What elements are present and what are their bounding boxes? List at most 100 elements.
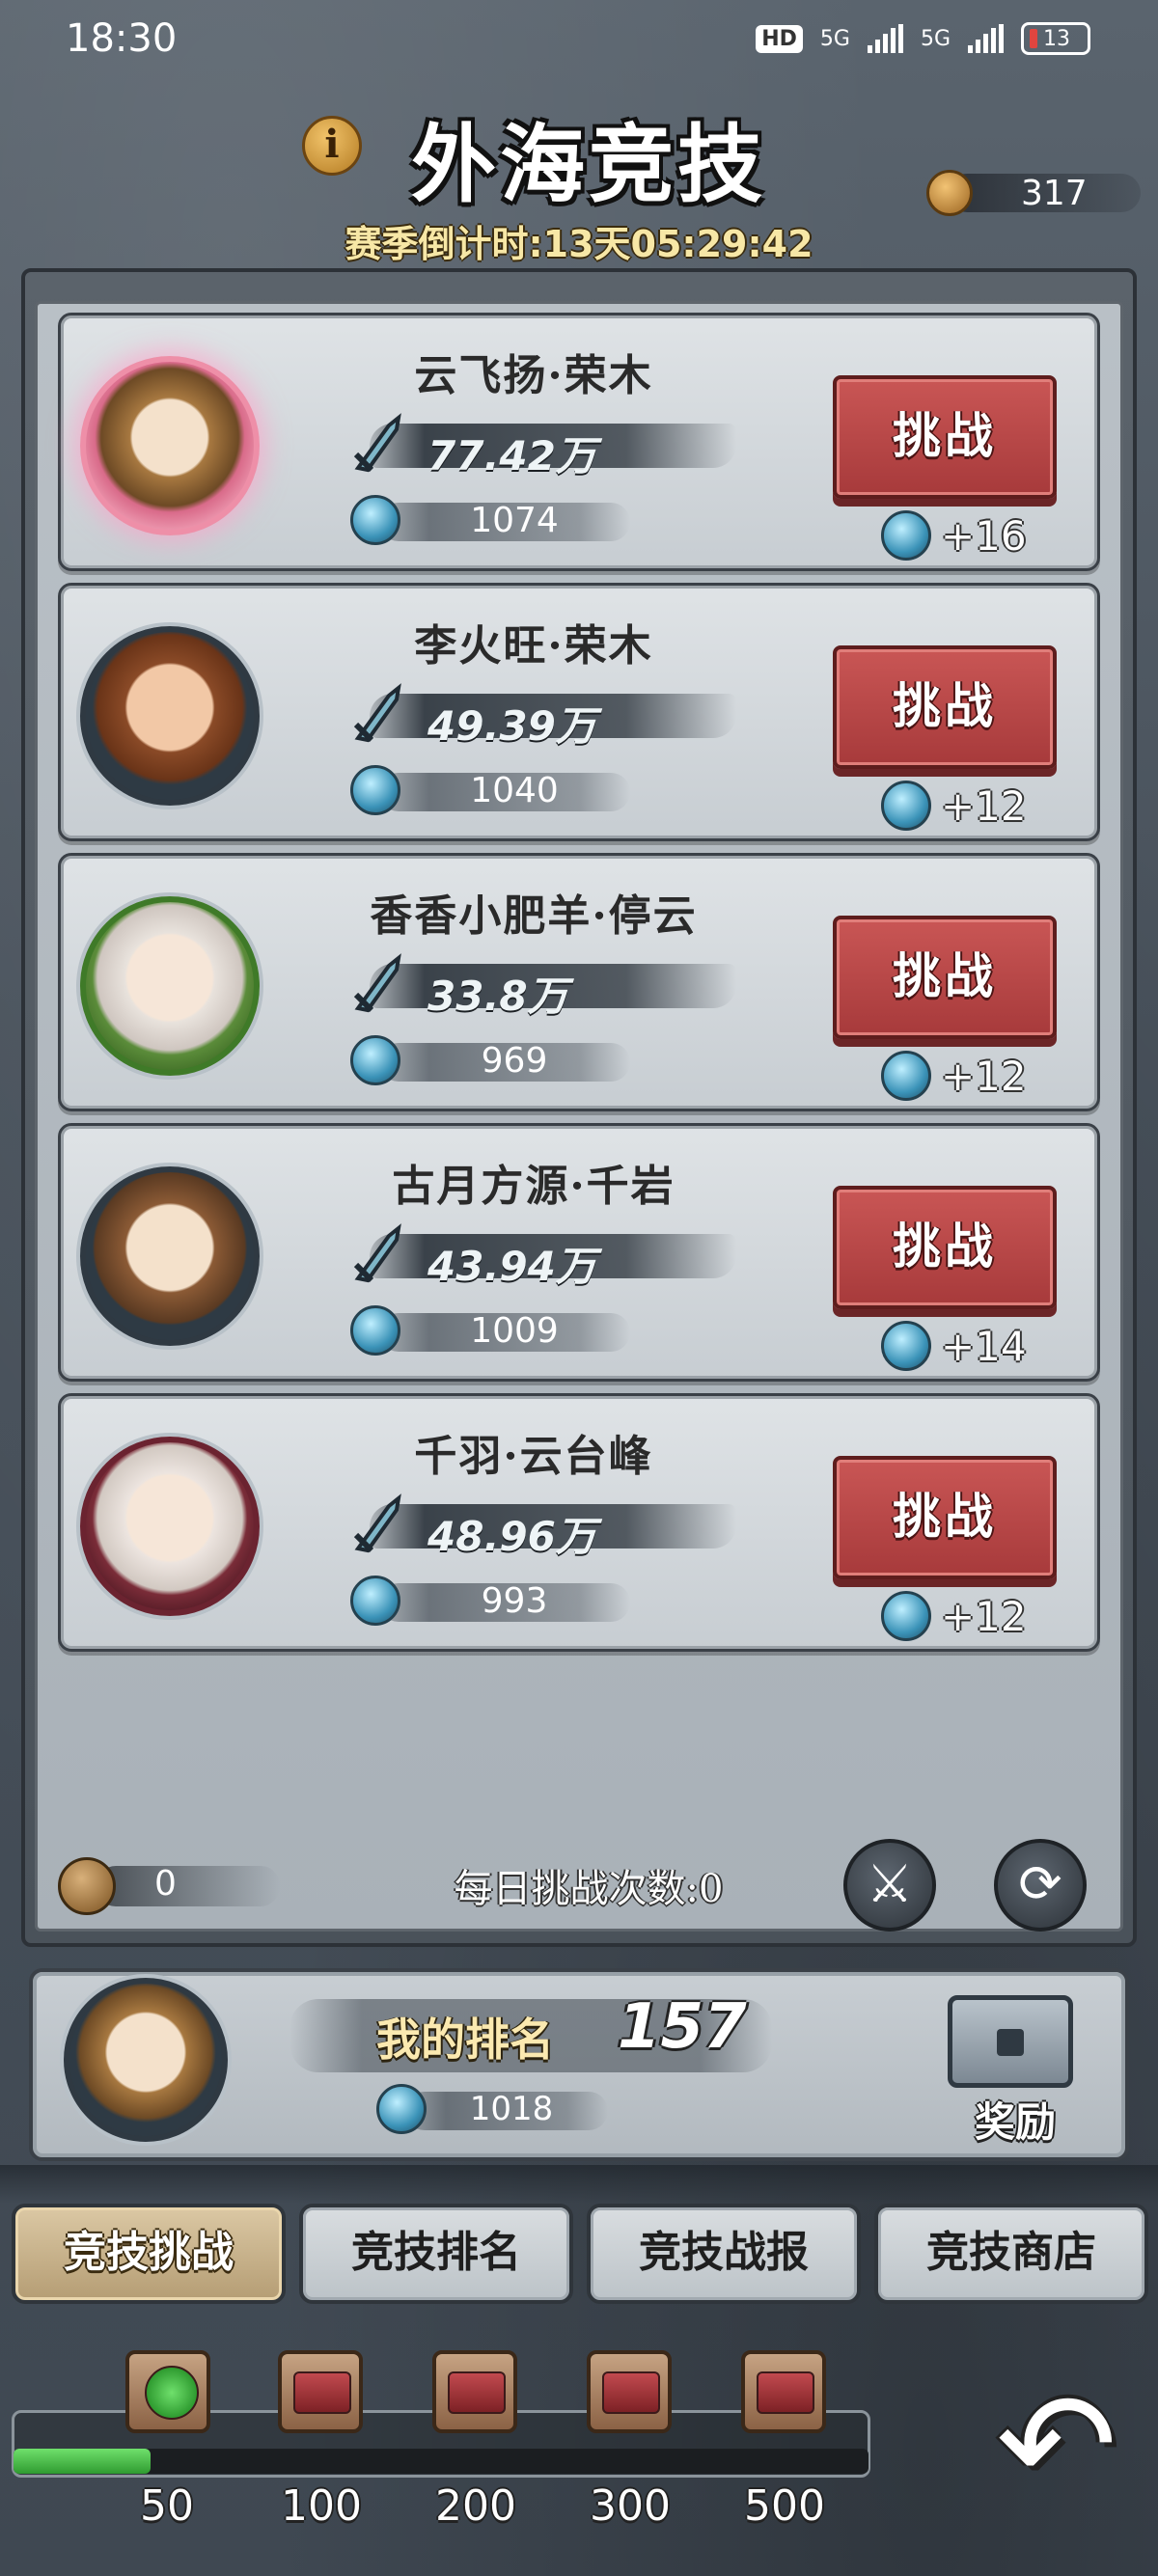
score-value: 969 [481, 1041, 548, 1081]
power-display: 49.39万 [350, 680, 756, 750]
avatar[interactable] [80, 356, 260, 535]
avatar[interactable] [80, 896, 260, 1076]
reward-button-label[interactable]: 奖励 [957, 2090, 1073, 2146]
progress-fill [14, 2449, 151, 2474]
tab-arena-ranking[interactable]: 竞技排名 [299, 2204, 573, 2304]
my-rank-label: 我的排名 [376, 2014, 554, 2066]
coin-icon [926, 170, 973, 216]
opponent-name: 李火旺·荣木 [414, 621, 653, 671]
gem-icon [881, 1051, 931, 1101]
score-display: 1009 [350, 1305, 659, 1357]
milestone-label: 300 [590, 2481, 671, 2531]
season-countdown: 赛季倒计时:13天05:29:42 [345, 223, 813, 265]
power-value: 49.39万 [427, 702, 596, 750]
score-value: 1040 [470, 771, 559, 810]
challenge-button[interactable]: 挑战 [833, 375, 1057, 499]
sword-icon [353, 413, 401, 473]
sword-icon [353, 1223, 401, 1283]
currency-value: 317 [1021, 173, 1088, 213]
score-display: 1040 [350, 765, 659, 817]
gem-icon [350, 1305, 400, 1356]
formation-button[interactable]: ⚔ [843, 1839, 936, 1932]
reward-value: +12 [941, 1052, 1027, 1100]
score-display: 969 [350, 1035, 659, 1087]
currency-display: 317 [926, 170, 1148, 216]
my-score-value: 1018 [469, 2090, 554, 2128]
hd-badge: HD [756, 24, 803, 53]
reward-chest-icon[interactable] [948, 1995, 1073, 2088]
avatar[interactable] [80, 1437, 260, 1616]
score-value: 1009 [470, 1311, 559, 1351]
gem-icon [881, 781, 931, 831]
tab-arena-challenge[interactable]: 竞技挑战 [12, 2204, 286, 2304]
milestone-chest-claimed[interactable] [125, 2350, 210, 2433]
score-value: 1074 [470, 501, 559, 540]
avatar[interactable] [80, 1166, 260, 1346]
challenge-button[interactable]: 挑战 [833, 1186, 1057, 1309]
power-display: 48.96万 [350, 1491, 756, 1560]
cloud-divider [0, 2165, 1158, 2204]
tab-arena-shop[interactable]: 竞技商店 [874, 2204, 1148, 2304]
gem-icon [350, 1035, 400, 1085]
opponent-card: 古月方源·千岩 43.94万 1009 挑战 +14 [58, 1123, 1100, 1382]
power-display: 43.94万 [350, 1220, 756, 1290]
reward-value: +16 [941, 511, 1027, 560]
power-display: 77.42万 [350, 410, 756, 480]
power-value: 43.94万 [427, 1243, 596, 1290]
gem-icon [350, 495, 400, 545]
milestone-chest[interactable] [432, 2350, 517, 2433]
reward-display: +16 [881, 508, 1074, 562]
clock: 18:30 [66, 16, 178, 61]
tab-arena-report[interactable]: 竞技战报 [587, 2204, 861, 2304]
gem-icon [376, 2084, 427, 2134]
power-value: 77.42万 [427, 432, 596, 480]
milestone-chest[interactable] [278, 2350, 363, 2433]
status-bar: 18:30 HD 5G 5G 13 [0, 0, 1158, 77]
opponent-card: 香香小肥羊·停云 33.8万 969 挑战 +12 [58, 853, 1100, 1111]
milestone-label: 100 [281, 2481, 362, 2531]
challenge-button[interactable]: 挑战 [833, 916, 1057, 1039]
opponent-card: 云飞扬·荣木 77.42万 1074 挑战 +16 [58, 313, 1100, 571]
my-avatar[interactable] [64, 1978, 228, 2142]
avatar[interactable] [80, 626, 260, 806]
gem-icon [881, 1591, 931, 1641]
opponent-name: 云飞扬·荣木 [414, 351, 653, 400]
sword-icon [353, 953, 401, 1013]
milestone-label: 50 [140, 2481, 194, 2531]
challenge-token-icon [58, 1857, 116, 1915]
network-label-1: 5G [819, 26, 850, 51]
daily-token-bar [96, 1866, 280, 1906]
power-display: 33.8万 [350, 950, 756, 1020]
refresh-button[interactable]: ⟳ [994, 1839, 1087, 1932]
tab-bar: 竞技挑战 竞技排名 竞技战报 竞技商店 [10, 2204, 1148, 2304]
signal-icon [867, 24, 903, 53]
challenge-button[interactable]: 挑战 [833, 1456, 1057, 1579]
sword-icon [353, 1494, 401, 1553]
daily-challenge-count: 每日挑战次数:0 [454, 1867, 724, 1911]
opponent-card: 李火旺·荣木 49.39万 1040 挑战 +12 [58, 583, 1100, 841]
token-count: 0 [154, 1864, 177, 1904]
battery-level: 13 [1043, 26, 1070, 51]
signal-icon-2 [968, 24, 1004, 53]
opponent-name: 香香小肥羊·停云 [370, 891, 698, 941]
reward-display: +12 [881, 1049, 1074, 1103]
power-value: 33.8万 [427, 973, 568, 1020]
gem-icon [881, 1321, 931, 1371]
network-label-2: 5G [920, 26, 951, 51]
score-value: 993 [481, 1581, 548, 1621]
gem-icon [881, 510, 931, 561]
my-score-display: 1018 [376, 2084, 608, 2136]
info-icon[interactable]: i [302, 116, 362, 176]
page-title: 外海竞技 [410, 114, 766, 214]
milestone-chest[interactable] [741, 2350, 826, 2433]
reward-value: +12 [941, 1592, 1027, 1640]
my-rank-value: 157 [618, 1991, 747, 2063]
reward-display: +12 [881, 1589, 1074, 1643]
challenge-button[interactable]: 挑战 [833, 645, 1057, 769]
reward-value: +12 [941, 781, 1027, 830]
back-button[interactable]: ↶ [984, 2373, 1129, 2528]
milestone-chest[interactable] [587, 2350, 672, 2433]
power-value: 48.96万 [427, 1513, 596, 1560]
score-display: 993 [350, 1576, 659, 1628]
gem-icon [350, 765, 400, 815]
